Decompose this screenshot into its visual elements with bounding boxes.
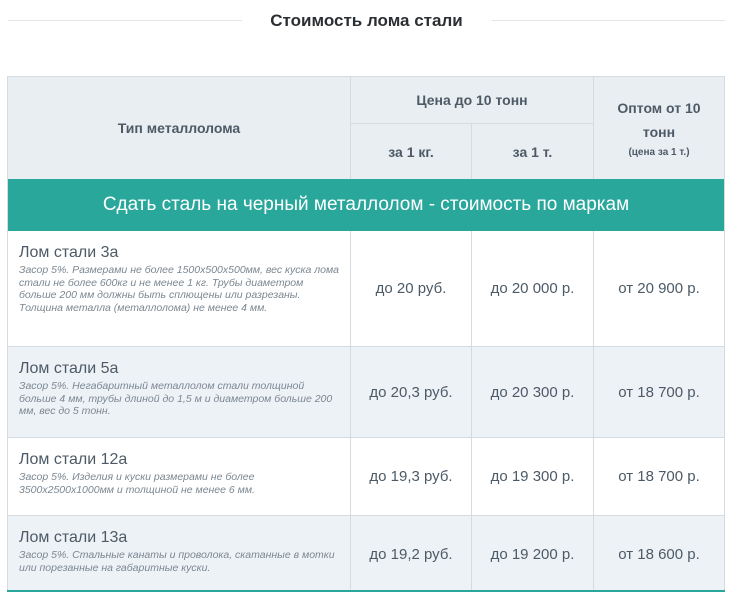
table-body: Лом стали 3а Засор 5%. Размерами не боле…	[8, 231, 724, 592]
table-bottom-border	[7, 590, 725, 592]
title-divider-right	[492, 20, 725, 21]
row-price-ton: до 19 300 р.	[472, 438, 594, 515]
table-header: Тип металлолома Цена до 10 тонн за 1 кг.…	[8, 76, 724, 179]
row-name: Лом стали 5а	[19, 360, 119, 377]
header-wholesale-label: Оптом от 10 тонн	[617, 100, 701, 140]
row-price-ton: до 19 200 р.	[472, 516, 594, 592]
row-name: Лом стали 13а	[19, 529, 128, 546]
row-price-ton: до 20 000 р.	[472, 231, 594, 346]
header-type: Тип металлолома	[8, 77, 351, 179]
table-row: Лом стали 3а Засор 5%. Размерами не боле…	[8, 231, 724, 346]
row-name: Лом стали 12а	[19, 451, 128, 468]
header-per-ton: за 1 т.	[472, 124, 594, 179]
row-desc: Засор 5%. Изделия и куски размерами не б…	[19, 471, 255, 496]
category-banner: Сдать сталь на черный металлолом - стоим…	[8, 179, 724, 231]
header-price-group: Цена до 10 тонн	[351, 77, 594, 124]
row-price-kg: до 19,2 руб.	[351, 516, 472, 592]
row-price-kg: до 20 руб.	[351, 231, 472, 346]
row-desc: Засор 5%. Негабаритный металлолом стали …	[19, 380, 333, 417]
row-name: Лом стали 3а	[19, 244, 119, 261]
section-header: Стоимость лома стали	[0, 0, 733, 44]
row-desc: Засор 5%. Стальные канаты и проволока, с…	[19, 549, 335, 574]
row-description-cell: Лом стали 3а Засор 5%. Размерами не боле…	[8, 231, 351, 346]
row-price-wholesale: от 18 700 р.	[618, 468, 700, 485]
table-row: Лом стали 5а Засор 5%. Негабаритный мета…	[8, 346, 724, 437]
row-desc: Засор 5%. Размерами не более 1500х500х50…	[19, 264, 339, 314]
table-row: Лом стали 13а Засор 5%. Стальные канаты …	[8, 515, 724, 592]
row-price-wholesale: от 18 700 р.	[618, 383, 700, 401]
price-table: Тип металлолома Цена до 10 тонн за 1 кг.…	[7, 76, 725, 592]
row-price-wholesale: от 18 600 р.	[618, 545, 700, 563]
row-description-cell: Лом стали 5а Засор 5%. Негабаритный мета…	[8, 347, 351, 437]
row-price-kg: до 19,3 руб.	[351, 438, 472, 515]
header-wholesale-sub: (цена за 1 т.)	[628, 147, 690, 158]
row-price-kg: до 20,3 руб.	[351, 347, 472, 437]
table-row: Лом стали 12а Засор 5%. Изделия и куски …	[8, 437, 724, 515]
row-price-ton: до 20 300 р.	[472, 347, 594, 437]
page-title: Стоимость лома стали	[270, 11, 463, 30]
row-price-wholesale: от 20 900 р.	[618, 280, 700, 297]
header-wholesale: Оптом от 10 тонн (цена за 1 т.)	[594, 77, 724, 179]
header-per-kg: за 1 кг.	[351, 124, 472, 179]
row-description-cell: Лом стали 13а Засор 5%. Стальные канаты …	[8, 516, 351, 592]
row-description-cell: Лом стали 12а Засор 5%. Изделия и куски …	[8, 438, 351, 515]
